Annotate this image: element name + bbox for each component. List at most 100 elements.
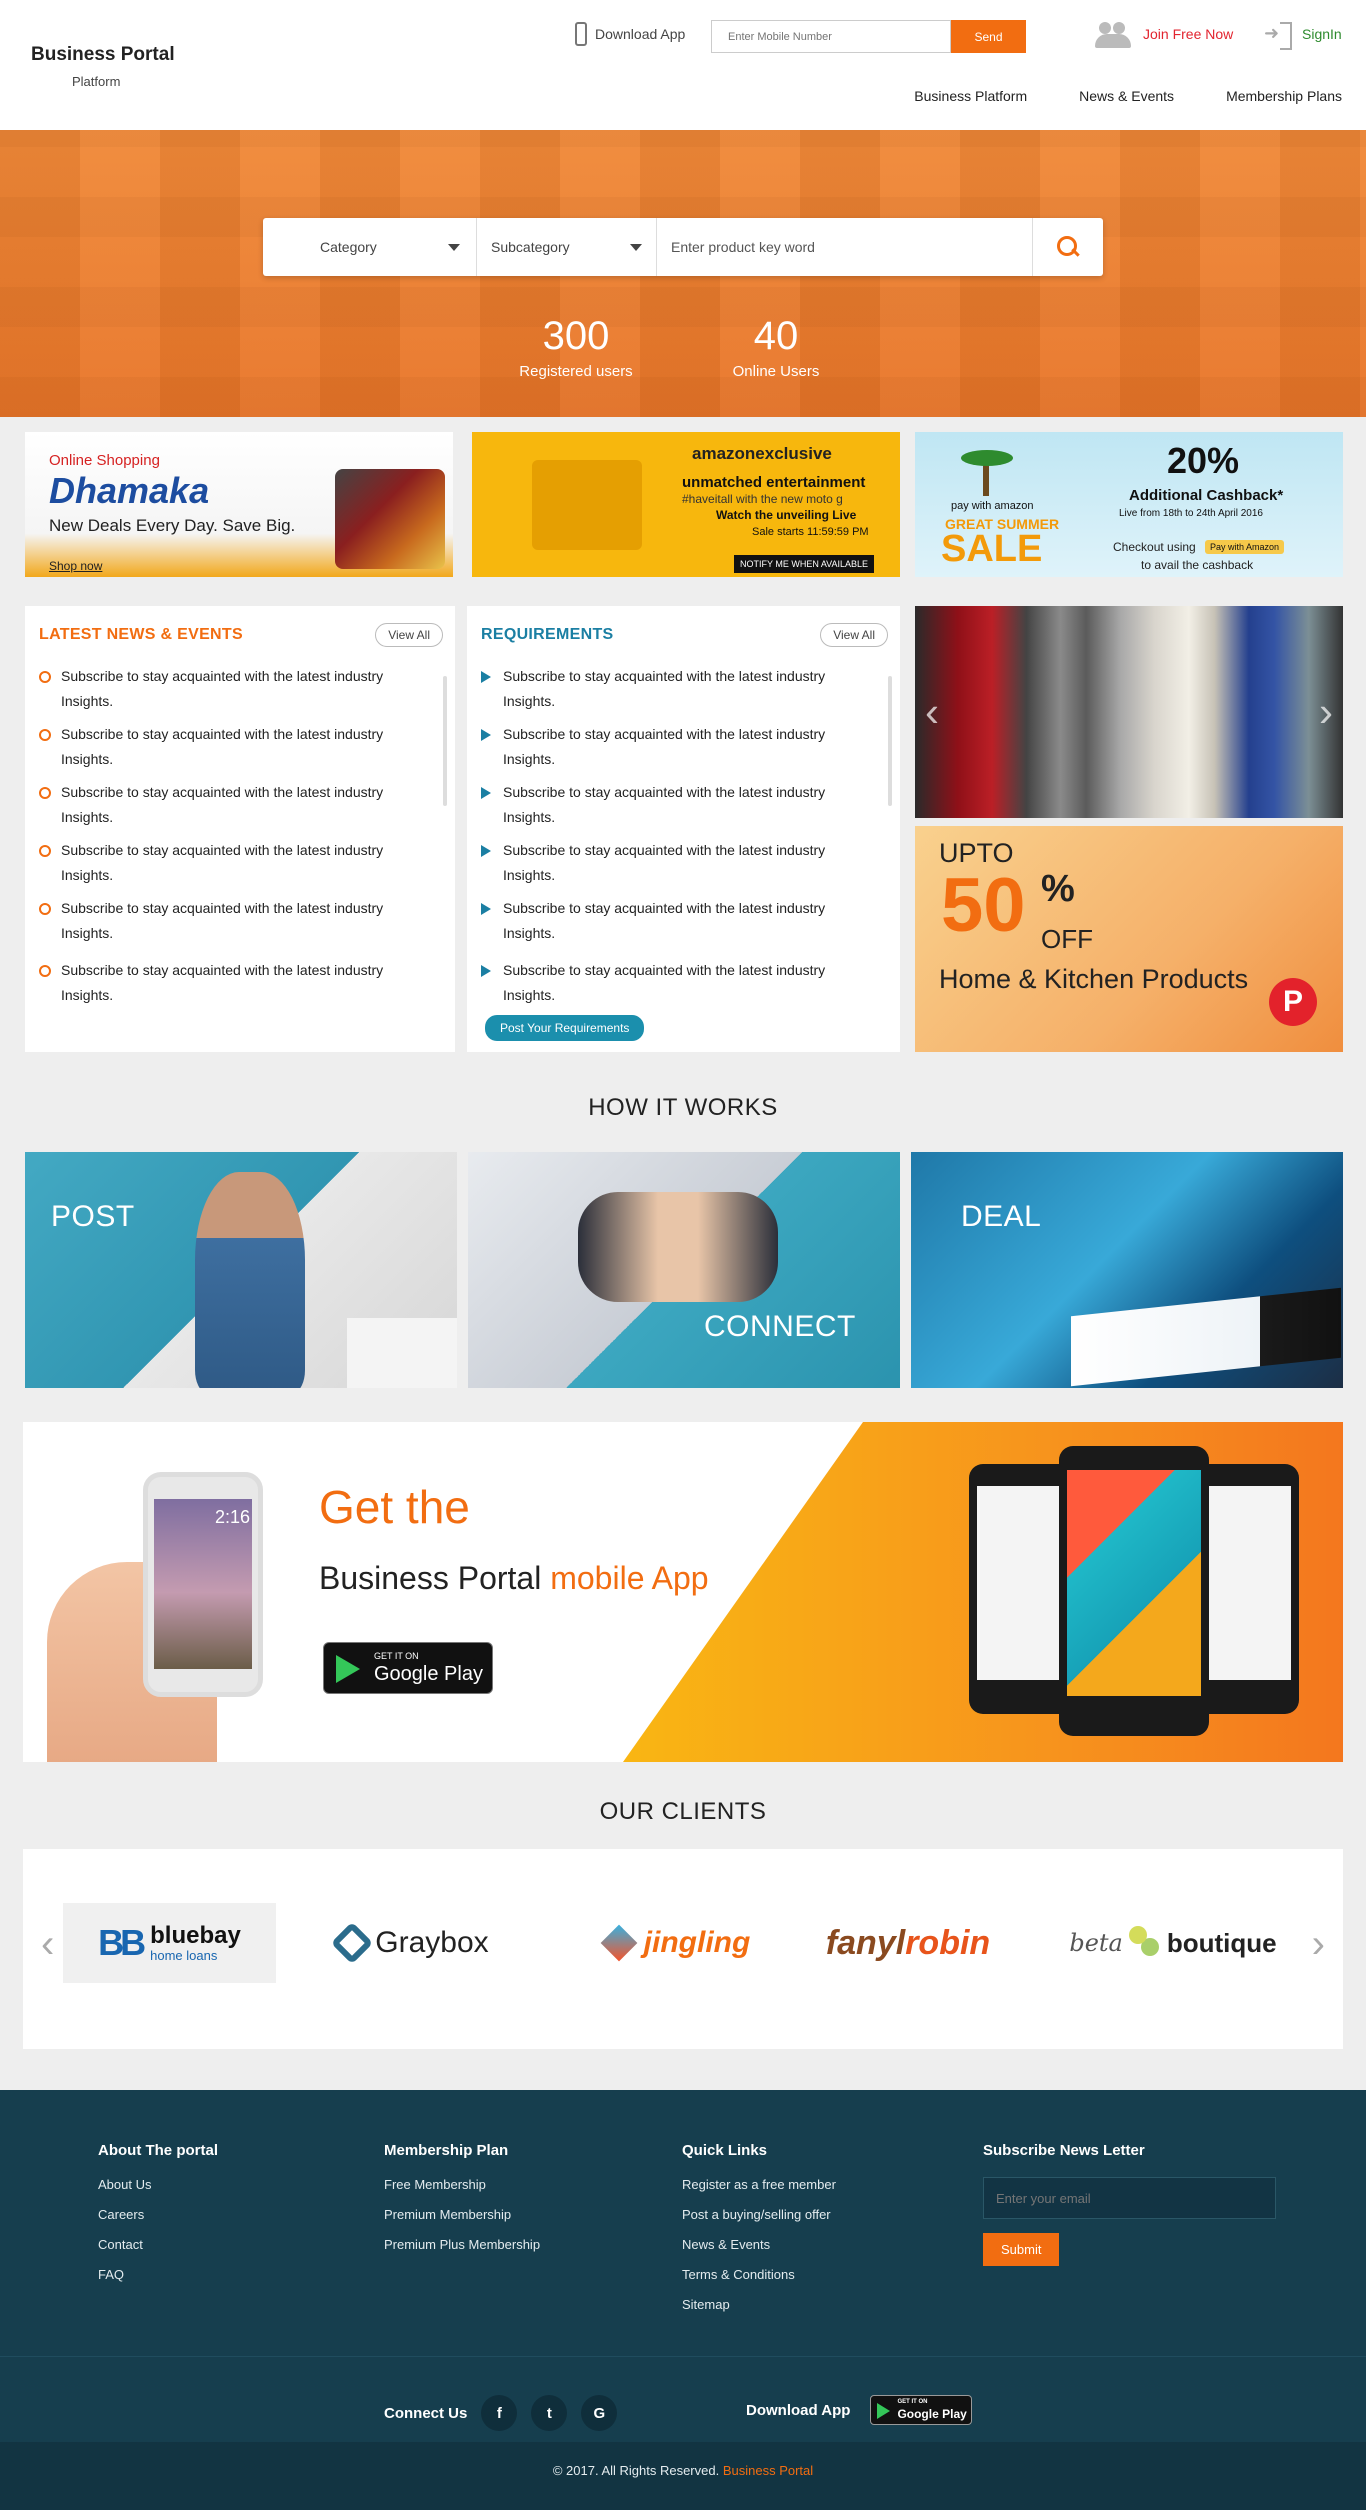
footer-google-play-button[interactable]: GET IT ON Google Play <box>870 2395 973 2425</box>
kitchen-percent: % <box>1041 868 1075 910</box>
slider-next-icon[interactable]: › <box>1319 688 1333 736</box>
client-graybox[interactable]: Graybox <box>323 1903 503 1983</box>
list-item[interactable]: Subscribe to stay acquainted with the la… <box>39 780 434 830</box>
site-header: Business Portal Platform Download App Se… <box>0 0 1366 130</box>
footer-link[interactable]: Terms & Conditions <box>682 2267 836 2282</box>
signin-link[interactable]: SignIn <box>1264 22 1342 50</box>
promo-amazon-exclusive[interactable]: amazonexclusive unmatched entertainment … <box>472 432 900 577</box>
boutique-beta: beta <box>1069 1929 1123 1957</box>
cashback-percent: 20% <box>1167 440 1240 481</box>
footer-link[interactable]: Premium Plus Membership <box>384 2237 540 2252</box>
promo-watch: Watch the unveiling Live <box>716 508 857 522</box>
promo-tagline: New Deals Every Day. Save Big. <box>49 516 296 535</box>
bluebay-name: bluebay <box>150 1921 241 1949</box>
list-item[interactable]: Subscribe to stay acquainted with the la… <box>39 722 434 772</box>
phone-center <box>1059 1446 1209 1736</box>
news-list: Subscribe to stay acquainted with the la… <box>39 664 434 1016</box>
checkout-text: Checkout using <box>1113 540 1196 554</box>
newsletter-email-input[interactable] <box>983 2177 1276 2219</box>
list-item[interactable]: Subscribe to stay acquainted with the la… <box>39 958 434 1008</box>
logo[interactable]: Business Portal Platform <box>31 44 175 89</box>
footer-link[interactable]: Contact <box>98 2237 218 2252</box>
news-scrollbar[interactable] <box>443 676 447 806</box>
footer-link[interactable]: Post a buying/selling offer <box>682 2207 836 2222</box>
search-button[interactable] <box>1033 218 1103 276</box>
footer-link[interactable]: News & Events <box>682 2237 836 2252</box>
footer-download-label: Download App <box>746 2401 851 2419</box>
search-icon <box>1057 236 1079 258</box>
app-mobile-text: mobile App <box>550 1560 709 1596</box>
projector-image <box>532 460 642 550</box>
send-button[interactable]: Send <box>951 20 1026 53</box>
promo-headline: unmatched entertainment <box>682 474 866 491</box>
client-bluebay[interactable]: BB bluebay home loans <box>63 1903 276 1983</box>
kitchen-title: Home & Kitchen Products <box>939 964 1249 994</box>
post-requirements-button[interactable]: Post Your Requirements <box>485 1015 645 1041</box>
subcategory-select[interactable]: Subcategory <box>477 218 657 276</box>
download-app-link[interactable]: Download App <box>575 22 685 46</box>
notify-button[interactable]: NOTIFY ME WHEN AVAILABLE <box>734 555 875 573</box>
footer-link[interactable]: FAQ <box>98 2267 218 2282</box>
cashback-title: Additional Cashback* <box>1129 487 1284 504</box>
requirements-title: REQUIREMENTS <box>481 626 614 643</box>
list-item[interactable]: Subscribe to stay acquainted with the la… <box>481 896 876 946</box>
list-item[interactable]: Subscribe to stay acquainted with the la… <box>39 664 434 714</box>
stat-online: 40 Online Users <box>726 314 826 380</box>
promo-hashtag: #haveitall with the new moto g <box>682 492 843 506</box>
twitter-icon[interactable]: t <box>531 2395 568 2431</box>
nav-news-events[interactable]: News & Events <box>1079 88 1174 104</box>
requirements-scrollbar[interactable] <box>888 676 892 806</box>
list-item[interactable]: Subscribe to stay acquainted with the la… <box>481 780 876 830</box>
footer-link[interactable]: Careers <box>98 2207 218 2222</box>
fanylrobin-a: fanyl <box>825 1923 906 1962</box>
google-play-button[interactable]: GET IT ON Google Play <box>323 1642 493 1694</box>
jingling-name: jingling <box>643 1926 751 1959</box>
triangle-bullet-icon <box>481 729 493 741</box>
promo-summer-sale[interactable]: pay with amazon GREAT SUMMER SALE 20% Ad… <box>915 432 1343 577</box>
copyright-brand[interactable]: Business Portal <box>723 2463 813 2478</box>
chevron-left-icon[interactable]: ‹ <box>41 1922 54 1967</box>
nav-business-platform[interactable]: Business Platform <box>914 88 1027 104</box>
triangle-bullet-icon <box>481 671 493 683</box>
news-view-all-button[interactable]: View All <box>375 623 443 647</box>
client-fanylrobin[interactable]: fanyl robin <box>823 1903 993 1983</box>
client-beta-boutique[interactable]: beta boutique <box>1068 1903 1278 1983</box>
kitchen-ad[interactable]: UPTO 50 % OFF Home & Kitchen Products P <box>915 826 1343 1052</box>
keyword-input[interactable]: Enter product key word <box>657 218 1033 276</box>
pay-with-amazon-text: pay with amazon <box>951 500 1034 512</box>
newsletter-submit-button[interactable]: Submit <box>983 2233 1060 2266</box>
nav-membership-plans[interactable]: Membership Plans <box>1226 88 1342 104</box>
promo-dhamaka[interactable]: Online Shopping Dhamaka New Deals Every … <box>25 432 453 577</box>
join-free-link[interactable]: Join Free Now <box>1095 20 1233 48</box>
footer-link[interactable]: Free Membership <box>384 2177 540 2192</box>
mobile-number-input[interactable] <box>711 20 951 53</box>
shop-now-link[interactable]: Shop now <box>49 559 102 573</box>
category-select[interactable]: Category <box>263 218 477 276</box>
promo-sale-time: Sale starts 11:59:59 PM <box>752 526 869 538</box>
chevron-right-icon[interactable]: › <box>1312 1922 1325 1967</box>
footer-divider <box>0 2356 1366 2357</box>
list-item[interactable]: Subscribe to stay acquainted with the la… <box>481 838 876 888</box>
requirements-view-all-button[interactable]: View All <box>820 623 888 647</box>
list-item[interactable]: Subscribe to stay acquainted with the la… <box>481 664 876 714</box>
footer-link[interactable]: About Us <box>98 2177 218 2192</box>
play-big-text: Google Play <box>374 1663 483 1685</box>
google-plus-icon[interactable]: G <box>581 2395 618 2431</box>
footer-membership-title: Membership Plan <box>384 2142 509 2159</box>
client-jingling[interactable]: jingling <box>593 1903 763 1983</box>
circle-bullet-icon <box>39 671 51 683</box>
list-item[interactable]: Subscribe to stay acquainted with the la… <box>39 838 434 888</box>
step-deal[interactable]: DEAL <box>911 1152 1343 1388</box>
footer-about: About The portal About Us Careers Contac… <box>98 2142 218 2297</box>
list-item[interactable]: Subscribe to stay acquainted with the la… <box>481 958 876 1008</box>
list-item[interactable]: Subscribe to stay acquainted with the la… <box>481 722 876 772</box>
step-post[interactable]: POST <box>25 1152 457 1388</box>
footer-link[interactable]: Sitemap <box>682 2297 836 2312</box>
list-item[interactable]: Subscribe to stay acquainted with the la… <box>39 896 434 946</box>
facebook-icon[interactable]: f <box>481 2395 518 2431</box>
slider-prev-icon[interactable]: ‹ <box>925 688 939 736</box>
footer-link[interactable]: Register as a free member <box>682 2177 836 2192</box>
logo-brand: Business Portal <box>31 44 175 65</box>
step-connect[interactable]: CONNECT <box>468 1152 900 1388</box>
footer-link[interactable]: Premium Membership <box>384 2207 540 2222</box>
